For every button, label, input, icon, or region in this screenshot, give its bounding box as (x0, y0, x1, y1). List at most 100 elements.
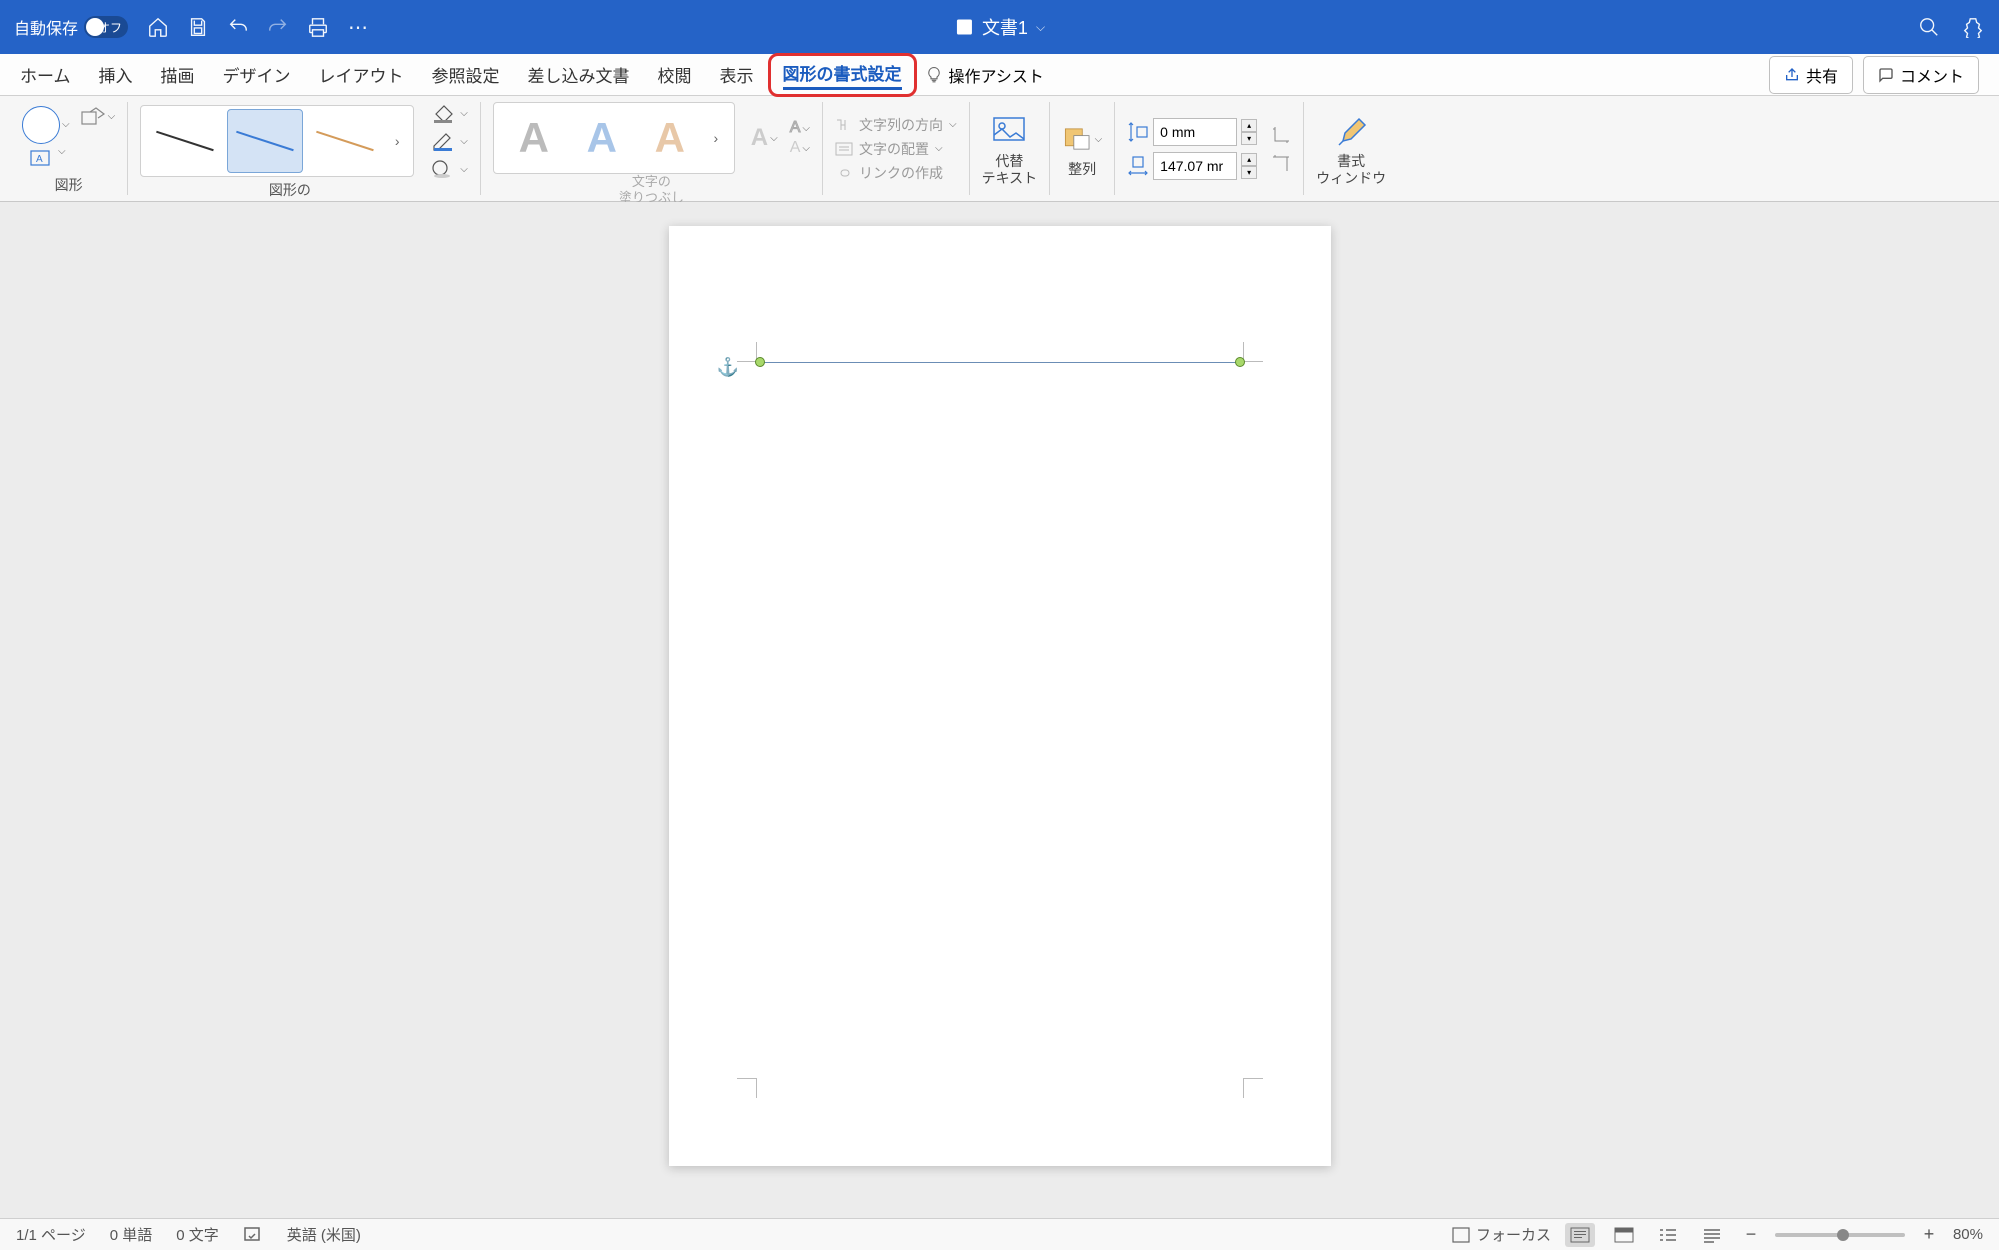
zoom-level[interactable]: 80% (1953, 1226, 1983, 1243)
document-title[interactable]: 文書1 ⌵ (954, 14, 1045, 40)
wordart-style-2[interactable]: A (568, 108, 636, 168)
more-icon[interactable]: ⋯ (346, 15, 370, 39)
view-print-layout[interactable] (1565, 1223, 1595, 1247)
word-count[interactable]: 0 単語 (110, 1224, 153, 1245)
tab-references[interactable]: 参照設定 (418, 52, 514, 97)
ribbon: ⌵ A ⌵ ⌵ 図形 (0, 96, 1999, 202)
undo-icon[interactable] (226, 15, 250, 39)
style-item-2-selected[interactable] (227, 109, 303, 173)
text-outline-button[interactable]: A⌵ (790, 119, 810, 137)
language[interactable]: 英語 (米国) (287, 1224, 361, 1245)
comment-icon (1878, 67, 1894, 83)
arrange-button[interactable]: ⌵ 整列 (1062, 119, 1102, 178)
tab-draw[interactable]: 描画 (147, 52, 209, 97)
text-a-icon: A (751, 124, 768, 152)
chevron-down-icon[interactable]: ⌵ (58, 146, 66, 172)
bucket-icon (430, 102, 456, 124)
draw-textbox-button[interactable]: A (26, 146, 56, 172)
gallery-more-button[interactable]: › (704, 130, 728, 146)
chevron-down-icon[interactable]: ⌵ (460, 136, 468, 147)
style-item-1[interactable] (147, 109, 223, 173)
tab-shape-format-highlighted[interactable]: 図形の書式設定 (768, 53, 917, 97)
tab-design[interactable]: デザイン (209, 52, 305, 97)
create-link-button[interactable]: リンクの作成 (835, 163, 957, 183)
view-web-layout[interactable] (1609, 1223, 1639, 1247)
gallery-more-button[interactable]: › (385, 133, 409, 149)
tab-home[interactable]: ホーム (6, 52, 85, 97)
anchor-icon[interactable]: ⚓ (717, 357, 739, 378)
share-button[interactable]: 共有 (1769, 56, 1853, 94)
tab-layout[interactable]: レイアウト (305, 52, 418, 97)
char-count[interactable]: 0 文字 (176, 1224, 219, 1245)
share-icon (1784, 67, 1800, 83)
home-icon[interactable] (146, 15, 170, 39)
autosave-toggle[interactable]: オフ (84, 16, 128, 38)
resize-handle-right[interactable] (1235, 357, 1245, 367)
redo-icon[interactable] (266, 15, 290, 39)
text-effects-button[interactable]: A⌵ (790, 139, 810, 157)
tab-insert[interactable]: 挿入 (85, 52, 147, 97)
edit-shape-icon[interactable] (80, 106, 106, 128)
chevron-down-icon[interactable]: ⌵ (108, 111, 116, 122)
wordart-style-3[interactable]: A (636, 108, 704, 168)
text-align-button[interactable]: 文字の配置 ⌵ (835, 139, 957, 159)
chevron-down-icon: ⌵ (949, 119, 957, 130)
text-fill-button[interactable]: A ⌵ (751, 124, 778, 152)
tab-review[interactable]: 校閲 (644, 52, 706, 97)
focus-mode[interactable]: フォーカス (1452, 1224, 1551, 1245)
text-direction-icon (835, 118, 853, 132)
zoom-out-button[interactable]: − (1741, 1224, 1761, 1245)
word-doc-icon (954, 17, 974, 37)
shape-style-gallery[interactable]: › (140, 105, 414, 177)
chevron-down-icon: ⌵ (1095, 134, 1103, 145)
ribbon-group-shape-styles: › ⌵ ⌵ ⌵ 図形の 塗りつぶし (128, 102, 481, 195)
comment-button[interactable]: コメント (1863, 56, 1979, 94)
shape-fill-button[interactable]: ⌵ (430, 102, 468, 124)
tab-view[interactable]: 表示 (706, 52, 768, 97)
line-shape[interactable] (759, 362, 1241, 363)
zoom-in-button[interactable]: + (1919, 1224, 1939, 1245)
resize-handle-left[interactable] (755, 357, 765, 367)
insert-shape-button[interactable] (22, 106, 60, 144)
print-icon[interactable] (306, 15, 330, 39)
spin-up[interactable]: ▴ (1241, 119, 1257, 132)
tab-mailings[interactable]: 差し込み文書 (514, 52, 644, 97)
spin-down[interactable]: ▾ (1241, 132, 1257, 145)
zoom-slider[interactable] (1775, 1233, 1905, 1237)
spin-up[interactable]: ▴ (1241, 153, 1257, 166)
shape-effects-button[interactable]: ⌵ (430, 158, 468, 180)
alt-text-button[interactable]: 代替 テキスト (982, 111, 1038, 187)
chevron-down-icon[interactable]: ⌵ (62, 119, 70, 130)
crop-bottom-icon[interactable] (1271, 153, 1291, 173)
chevron-down-icon[interactable]: ⌵ (460, 108, 468, 119)
text-direction-button[interactable]: 文字列の方向 ⌵ (835, 115, 957, 135)
height-input[interactable] (1153, 118, 1237, 146)
wordart-style-1[interactable]: A (500, 108, 568, 168)
shape-outline-button[interactable]: ⌵ (430, 130, 468, 152)
document-canvas[interactable]: ⚓ (0, 202, 1999, 1218)
margin-marker (737, 1078, 757, 1098)
crop-top-icon[interactable] (1271, 125, 1291, 145)
page[interactable]: ⚓ (669, 226, 1331, 1166)
width-field-row: ▴▾ (1127, 152, 1257, 180)
ribbon-options-icon[interactable] (1961, 15, 1985, 39)
spin-down[interactable]: ▾ (1241, 166, 1257, 179)
wordart-gallery[interactable]: A A A › (493, 102, 735, 174)
zoom-thumb[interactable] (1837, 1229, 1849, 1241)
tell-me-assist[interactable]: 操作アシスト (925, 63, 1044, 87)
autosave-control[interactable]: 自動保存 オフ (14, 15, 128, 39)
style-item-3[interactable] (307, 109, 383, 173)
view-draft[interactable] (1697, 1223, 1727, 1247)
save-icon[interactable] (186, 15, 210, 39)
chevron-down-icon[interactable]: ⌵ (770, 133, 778, 144)
format-pane-button[interactable]: 書式 ウィンドウ (1316, 111, 1386, 187)
page-count[interactable]: 1/1 ページ (16, 1224, 86, 1245)
search-icon[interactable] (1917, 15, 1941, 39)
chevron-down-icon[interactable]: ⌵ (460, 164, 468, 175)
spellcheck-icon[interactable] (243, 1226, 263, 1244)
chevron-down-icon: ⌵ (935, 143, 943, 154)
tab-shape-format[interactable]: 図形の書式設定 (783, 60, 902, 85)
view-outline[interactable] (1653, 1223, 1683, 1247)
width-input[interactable] (1153, 152, 1237, 180)
alt-text-icon (991, 115, 1027, 147)
